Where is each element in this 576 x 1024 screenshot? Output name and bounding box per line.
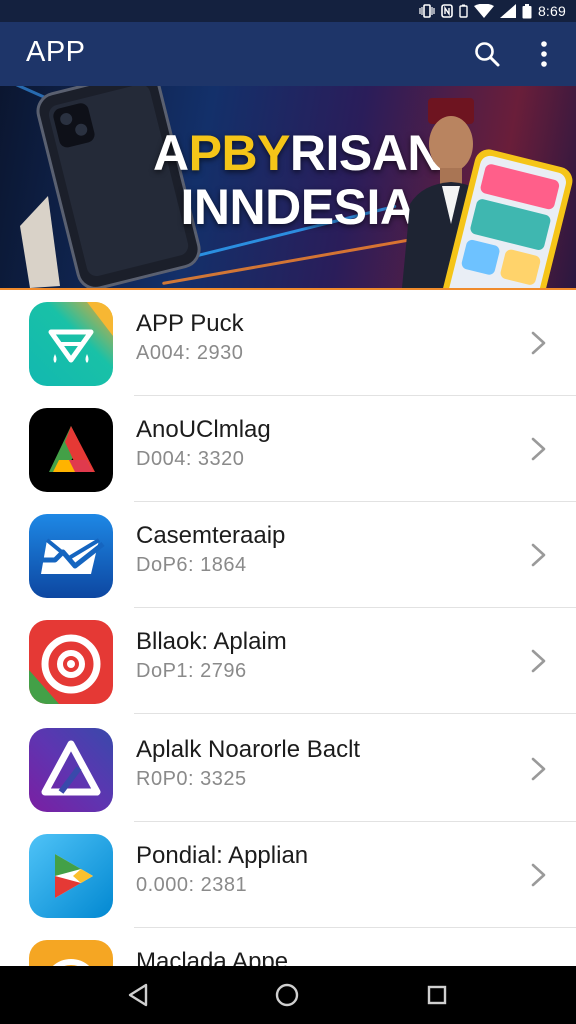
app-meta: A004: 2930 (136, 342, 244, 364)
nfc-icon (441, 4, 453, 18)
triangle-a-icon (29, 728, 113, 812)
navigation-bar (0, 966, 576, 1024)
app-name: Maclada Appe (136, 948, 289, 966)
wifi-icon (473, 4, 494, 18)
chevron-right-icon (531, 331, 546, 355)
list-divider (134, 713, 576, 714)
app-name: APP Puck (136, 310, 244, 337)
app-meta: D004: 3320 (136, 448, 245, 470)
status-time: 8:69 (537, 3, 566, 19)
app-name: Casemteraaip (136, 522, 286, 549)
search-button[interactable] (469, 36, 505, 72)
chevron-right-icon (531, 437, 546, 461)
chevron-right-icon (531, 649, 546, 673)
signal-icon (499, 4, 516, 18)
recents-icon (427, 985, 447, 1005)
back-button[interactable] (124, 980, 154, 1010)
app-name: Pondial: Applian (136, 842, 309, 869)
triangle-drops-icon (29, 302, 113, 386)
back-icon (128, 983, 148, 1007)
app-title: APP (26, 36, 86, 68)
app-icon (29, 728, 113, 812)
colorful-a-icon (29, 408, 113, 492)
list-item[interactable]: Casemteraaip DoP6: 1864 (0, 502, 576, 608)
chevron-right-icon (531, 863, 546, 887)
app-bar: APP (0, 22, 576, 86)
app-meta: DoP6: 1864 (136, 554, 247, 576)
home-button[interactable] (272, 980, 302, 1010)
status-icons: 8:69 (419, 2, 566, 20)
app-meta: 0.000: 2381 (136, 874, 248, 896)
recents-button[interactable] (422, 980, 452, 1010)
search-icon (475, 42, 500, 67)
app-icon (29, 408, 113, 492)
status-bar: 8:69 (0, 0, 576, 22)
app-meta: DoP1: 2796 (136, 660, 247, 682)
app-icon (29, 620, 113, 704)
app-icon (29, 302, 113, 386)
envelope-check-icon (29, 514, 113, 598)
list-item[interactable]: Aplalk Noarorle Baclt R0P0: 3325 (0, 716, 576, 822)
promo-banner[interactable]: APBYRISAN INNDESIA (0, 86, 576, 288)
battery-icon (522, 3, 532, 18)
more-options-button[interactable] (526, 36, 562, 72)
list-item[interactable]: Maclada Appe (0, 928, 576, 966)
app-icon (29, 514, 113, 598)
app-name: Aplalk Noarorle Baclt (136, 736, 361, 763)
play-store-icon (29, 834, 113, 918)
more-vert-icon (541, 41, 547, 67)
app-meta: R0P0: 3325 (136, 768, 247, 790)
app-name: Bllaok: Aplaim (136, 628, 287, 655)
list-item[interactable]: APP Puck A004: 2930 (0, 290, 576, 396)
app-name: AnoUClmlag (136, 416, 271, 443)
chevron-right-icon (531, 543, 546, 567)
vibrate-icon (419, 4, 435, 18)
clock-icon (29, 940, 113, 966)
app-icon (29, 834, 113, 918)
chevron-right-icon (531, 757, 546, 781)
home-icon (275, 983, 299, 1007)
app-icon (29, 940, 113, 966)
battery-saver-icon (459, 4, 468, 18)
phone-screen-illustration (442, 149, 573, 288)
target-icon (29, 620, 113, 704)
list-item[interactable]: AnoUClmlag D004: 3320 (0, 396, 576, 502)
app-list: APP Puck A004: 2930 AnoUClmlag D004: 332… (0, 290, 576, 966)
list-item[interactable]: Bllaok: Aplaim DoP1: 2796 (0, 608, 576, 714)
list-item[interactable]: Pondial: Applian 0.000: 2381 (0, 822, 576, 928)
